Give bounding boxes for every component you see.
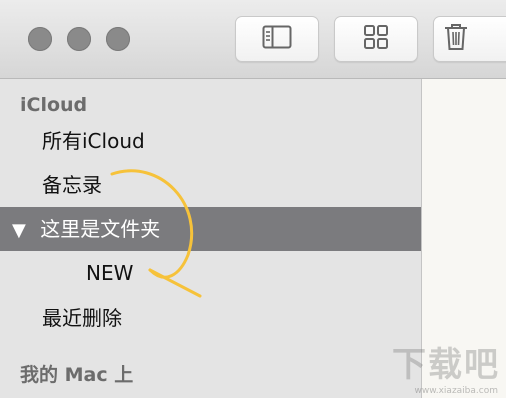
mac-section-header: 我的 Mac 上 — [20, 364, 134, 386]
sidebar-item-label: 最近删除 — [42, 306, 122, 330]
minimize-window-button[interactable] — [67, 27, 91, 51]
toggle-sidebar-button[interactable] — [235, 16, 319, 62]
watermark-logo: 下载吧 — [392, 345, 500, 385]
sidebar-item-all-icloud[interactable]: 所有iCloud — [0, 127, 421, 155]
grid-icon — [363, 24, 389, 54]
gallery-view-button[interactable] — [334, 16, 418, 62]
sidebar-item-folder[interactable]: ▼ 这里是文件夹 — [0, 207, 421, 251]
sidebar-item-recently-deleted[interactable]: 最近删除 — [0, 304, 421, 332]
sidebar-item-label: 这里是文件夹 — [40, 217, 161, 241]
watermark-url: www.xiazaiba.com — [414, 386, 498, 396]
sidebar-item-label: 备忘录 — [42, 173, 102, 197]
folder-sidebar: iCloud 所有iCloud 备忘录 ▼ 这里是文件夹 NEW 最近删除 我的… — [0, 79, 422, 398]
icloud-section-header: iCloud — [20, 94, 88, 116]
sidebar-icon — [262, 25, 292, 53]
close-window-button[interactable] — [28, 27, 52, 51]
sidebar-item-new[interactable]: NEW — [0, 259, 421, 287]
sidebar-item-notes[interactable]: 备忘录 — [0, 171, 421, 199]
title-bar — [0, 0, 506, 79]
disclosure-triangle-icon[interactable]: ▼ — [0, 220, 26, 241]
sidebar-item-label: 所有iCloud — [42, 129, 145, 153]
trash-icon — [443, 22, 469, 56]
zoom-window-button[interactable] — [106, 27, 130, 51]
sidebar-item-label: NEW — [86, 261, 134, 285]
delete-note-button[interactable] — [433, 16, 506, 62]
